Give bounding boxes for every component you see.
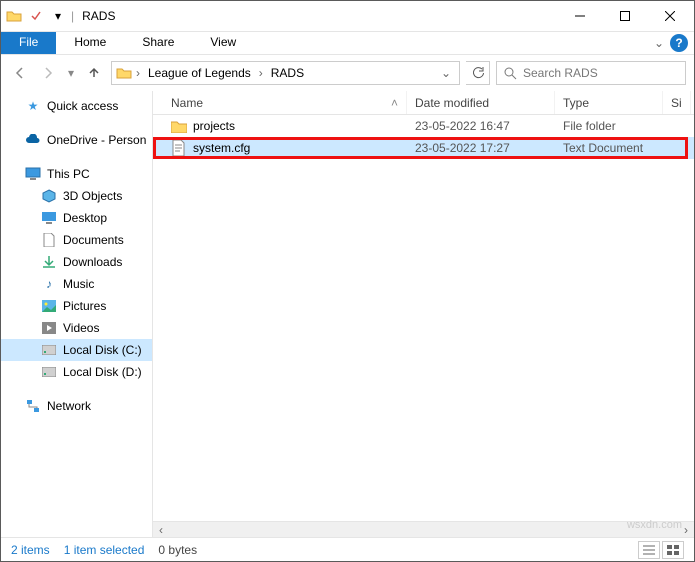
sidebar-item-label: Music — [63, 277, 94, 291]
watermark: wsxdn.com — [627, 519, 682, 531]
sort-asc-icon: ˄ — [391, 96, 398, 110]
address-bar[interactable]: › League of Legends › RADS ⌄ — [111, 61, 460, 85]
search-input[interactable]: Search RADS — [496, 61, 686, 85]
qat-dropdown-icon[interactable]: ▾ — [49, 7, 67, 25]
drive-icon — [41, 364, 57, 380]
cube-icon — [41, 188, 57, 204]
horizontal-scrollbar[interactable]: ‹ › — [153, 521, 694, 537]
tab-home[interactable]: Home — [56, 32, 124, 54]
breadcrumb-parent[interactable]: League of Legends — [144, 64, 255, 82]
sidebar-item-label: Quick access — [47, 99, 118, 113]
sidebar-item-label: This PC — [47, 167, 90, 181]
sidebar-item-desktop[interactable]: Desktop — [1, 207, 152, 229]
music-icon: ♪ — [41, 276, 57, 292]
network-icon — [25, 398, 41, 414]
back-button[interactable] — [9, 62, 31, 84]
window-title: RADS — [82, 9, 115, 23]
sidebar-item-label: Local Disk (C:) — [63, 343, 142, 357]
refresh-button[interactable] — [466, 61, 490, 85]
video-icon — [41, 320, 57, 336]
drive-icon — [41, 342, 57, 358]
text-file-icon — [171, 140, 187, 156]
file-date: 23-05-2022 17:27 — [407, 141, 555, 155]
sidebar-item-downloads[interactable]: Downloads — [1, 251, 152, 273]
chevron-right-icon[interactable]: › — [134, 66, 142, 80]
sidebar-item-this-pc[interactable]: This PC — [1, 163, 152, 185]
file-list: projects 23-05-2022 16:47 File folder sy… — [153, 115, 694, 521]
tab-share[interactable]: Share — [124, 32, 192, 54]
up-button[interactable] — [83, 62, 105, 84]
column-name[interactable]: Name˄ — [153, 91, 407, 114]
column-headers: Name˄ Date modified Type Si — [153, 91, 694, 115]
address-dropdown-icon[interactable]: ⌄ — [437, 62, 455, 84]
sidebar-item-3d-objects[interactable]: 3D Objects — [1, 185, 152, 207]
cloud-icon — [25, 132, 41, 148]
sidebar-item-documents[interactable]: Documents — [1, 229, 152, 251]
sidebar-item-label: Videos — [63, 321, 99, 335]
file-row[interactable]: projects 23-05-2022 16:47 File folder — [153, 115, 694, 137]
ribbon-expand-icon[interactable]: ⌄ — [654, 36, 664, 50]
status-item-count: 2 items — [11, 543, 50, 557]
tab-view[interactable]: View — [192, 32, 254, 54]
column-type[interactable]: Type — [555, 91, 663, 114]
folder-icon — [116, 65, 132, 81]
folder-icon — [171, 118, 187, 134]
picture-icon — [41, 298, 57, 314]
sidebar-item-local-disk-d[interactable]: Local Disk (D:) — [1, 361, 152, 383]
search-icon — [503, 66, 517, 80]
file-type: Text Document — [555, 141, 663, 155]
recent-dropdown-icon[interactable]: ▾ — [65, 62, 77, 84]
sidebar-item-label: OneDrive - Person — [47, 133, 146, 147]
search-placeholder: Search RADS — [523, 66, 598, 80]
sidebar-item-onedrive[interactable]: OneDrive - Person — [1, 129, 152, 151]
file-row[interactable]: system.cfg 23-05-2022 17:27 Text Documen… — [153, 137, 694, 159]
sidebar-item-label: 3D Objects — [63, 189, 122, 203]
status-size: 0 bytes — [158, 543, 197, 557]
file-type: File folder — [555, 119, 663, 133]
sidebar-item-quick-access[interactable]: ★ Quick access — [1, 95, 152, 117]
computer-icon — [25, 166, 41, 182]
file-name: system.cfg — [193, 141, 250, 155]
breadcrumb-current[interactable]: RADS — [267, 64, 308, 82]
sidebar-item-local-disk-c[interactable]: Local Disk (C:) — [1, 339, 152, 361]
help-icon[interactable]: ? — [670, 34, 688, 52]
document-icon — [41, 232, 57, 248]
sidebar-item-music[interactable]: ♪ Music — [1, 273, 152, 295]
desktop-icon — [41, 210, 57, 226]
sidebar-item-network[interactable]: Network — [1, 395, 152, 417]
sidebar-item-label: Downloads — [63, 255, 122, 269]
folder-icon — [5, 7, 23, 25]
sidebar-item-label: Documents — [63, 233, 124, 247]
maximize-button[interactable] — [602, 2, 647, 30]
file-name: projects — [193, 119, 235, 133]
chevron-right-icon[interactable]: › — [257, 66, 265, 80]
minimize-button[interactable] — [557, 2, 602, 30]
thumbnails-view-button[interactable] — [662, 541, 684, 559]
column-size[interactable]: Si — [663, 91, 691, 114]
status-bar: 2 items 1 item selected 0 bytes — [1, 537, 694, 561]
details-view-button[interactable] — [638, 541, 660, 559]
file-date: 23-05-2022 16:47 — [407, 119, 555, 133]
qat-properties-icon[interactable] — [27, 7, 45, 25]
sidebar-item-label: Pictures — [63, 299, 106, 313]
file-menu[interactable]: File — [1, 32, 56, 54]
sidebar-item-videos[interactable]: Videos — [1, 317, 152, 339]
forward-button[interactable] — [37, 62, 59, 84]
title-separator: | — [71, 9, 74, 23]
status-selected-count: 1 item selected — [64, 543, 145, 557]
scroll-left-icon[interactable]: ‹ — [153, 522, 169, 537]
download-icon — [41, 254, 57, 270]
sidebar-item-label: Local Disk (D:) — [63, 365, 142, 379]
close-button[interactable] — [647, 2, 692, 30]
star-icon: ★ — [25, 98, 41, 114]
sidebar-item-label: Network — [47, 399, 91, 413]
navigation-pane: ★ Quick access OneDrive - Person This PC… — [1, 91, 153, 537]
sidebar-item-label: Desktop — [63, 211, 107, 225]
column-date[interactable]: Date modified — [407, 91, 555, 114]
sidebar-item-pictures[interactable]: Pictures — [1, 295, 152, 317]
